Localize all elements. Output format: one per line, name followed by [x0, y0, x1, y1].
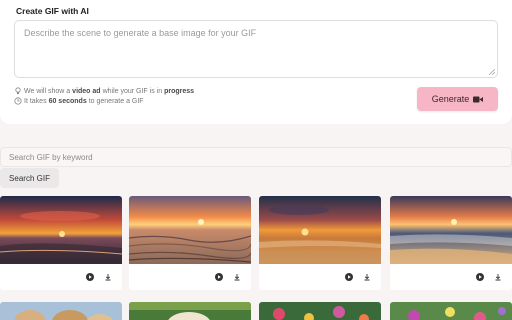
gif-thumbnail[interactable]	[0, 196, 122, 264]
generate-button[interactable]: Generate	[417, 87, 498, 111]
gif-card[interactable]	[129, 196, 251, 290]
search-button[interactable]: Search GIF	[0, 168, 59, 188]
notice-text: It takes	[24, 97, 47, 105]
ad-notice: We will show a video ad while your GIF i…	[14, 87, 196, 95]
generate-label: Generate	[431, 94, 470, 104]
gif-thumbnail[interactable]	[259, 196, 381, 264]
panel-title: Create GIF with AI	[16, 6, 89, 16]
card-actions	[0, 264, 122, 290]
play-icon[interactable]	[476, 273, 484, 281]
download-icon[interactable]	[363, 273, 371, 281]
card-actions	[259, 264, 381, 290]
clock-icon	[14, 97, 22, 105]
download-icon[interactable]	[104, 273, 112, 281]
search-button-label: Search GIF	[9, 173, 50, 183]
gif-card[interactable]	[0, 196, 122, 290]
notice-text: to generate a GIF	[88, 97, 144, 105]
download-icon[interactable]	[233, 273, 241, 281]
prompt-textarea[interactable]: Describe the scene to generate a base im…	[14, 20, 498, 78]
bulb-icon	[14, 87, 22, 95]
gif-thumbnail[interactable]	[129, 196, 251, 264]
search-input[interactable]: Search GIF by keyword	[0, 147, 512, 167]
play-icon[interactable]	[345, 273, 353, 281]
gif-thumbnail[interactable]	[0, 302, 122, 320]
create-gif-panel: Create GIF with AI Describe the scene to…	[0, 0, 512, 124]
gif-card[interactable]	[390, 196, 512, 290]
gif-thumbnail[interactable]	[390, 196, 512, 264]
play-icon[interactable]	[86, 273, 94, 281]
notice-bold: progress	[164, 87, 195, 95]
gif-thumbnail[interactable]	[129, 302, 251, 320]
notice-text: We will show a	[24, 87, 71, 95]
search-placeholder: Search GIF by keyword	[9, 153, 93, 162]
gif-thumbnail[interactable]	[259, 302, 381, 320]
card-actions	[129, 264, 251, 290]
gif-card[interactable]	[259, 196, 381, 290]
notice-bold: 60 seconds	[48, 97, 87, 105]
notice-bold: video ad	[72, 87, 101, 95]
resize-handle-icon[interactable]	[489, 69, 495, 75]
download-icon[interactable]	[494, 273, 502, 281]
play-icon[interactable]	[215, 273, 223, 281]
prompt-placeholder: Describe the scene to generate a base im…	[24, 28, 257, 38]
gif-thumbnail[interactable]	[390, 302, 512, 320]
card-actions	[390, 264, 512, 290]
notice-text: while your GIF is in	[102, 87, 163, 95]
video-camera-icon	[473, 96, 484, 102]
time-notice: It takes 60 seconds to generate a GIF	[14, 97, 144, 105]
